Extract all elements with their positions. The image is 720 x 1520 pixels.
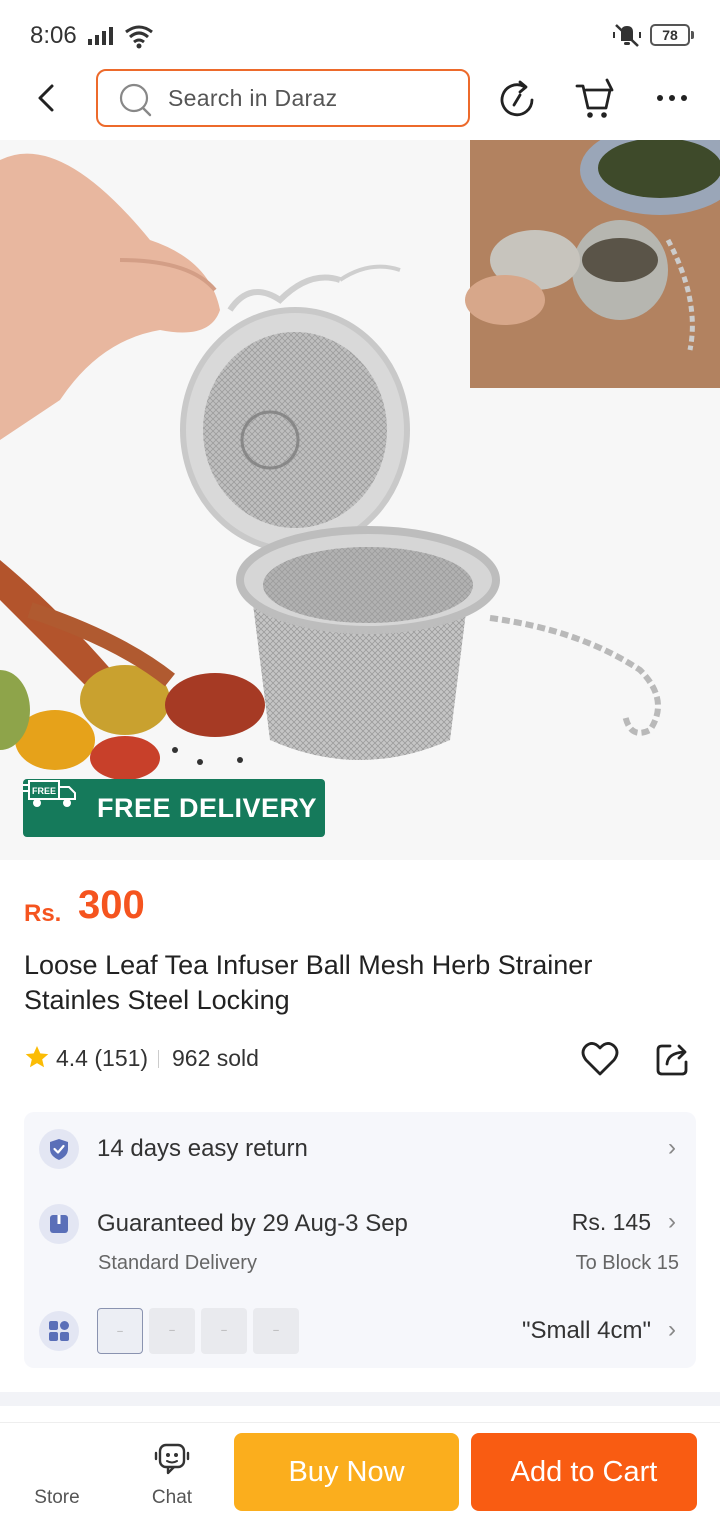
selected-variant[interactable]: "Small 4cm": [522, 1317, 651, 1345]
buy-now-button[interactable]: Buy Now: [234, 1433, 459, 1511]
variant-grid-icon: [39, 1311, 79, 1351]
variant-thumbnail[interactable]: –: [149, 1308, 195, 1354]
add-to-cart-button[interactable]: Add to Cart: [471, 1433, 697, 1511]
shield-check-icon: [39, 1129, 79, 1169]
free-delivery-badge: FREE FREE DELIVERY: [23, 779, 325, 837]
store-button[interactable]: Store: [22, 1423, 92, 1520]
vibrate-mute-icon: [613, 24, 641, 47]
product-image-gallery[interactable]: FREE FREE DELIVERY: [0, 140, 720, 860]
return-policy[interactable]: 14 days easy return: [97, 1135, 308, 1163]
rating-value[interactable]: 4.4 (151): [56, 1045, 148, 1072]
back-arrow-icon[interactable]: [30, 80, 66, 116]
delivery-truck-icon: FREE: [23, 780, 76, 807]
chat-button[interactable]: Chat: [136, 1423, 208, 1520]
delivery-fee: Rs. 145: [571, 1209, 651, 1235]
battery-indicator: 78: [650, 24, 694, 46]
more-options-icon[interactable]: [652, 80, 692, 116]
product-photo: [0, 140, 720, 860]
variant-thumbnail[interactable]: –: [201, 1308, 247, 1354]
status-time: 8:06: [30, 22, 77, 49]
delivery-type: Standard Delivery: [98, 1252, 257, 1274]
history-icon[interactable]: [496, 78, 540, 122]
store-label: Store: [34, 1487, 80, 1508]
delivery-location: To Block 15: [575, 1252, 679, 1274]
wishlist-heart-icon[interactable]: [580, 1040, 620, 1078]
rating-row: 4.4 (151) 962 sold: [24, 1040, 704, 1080]
wifi-icon: [125, 25, 153, 49]
chevron-right-icon[interactable]: ›: [668, 1316, 676, 1344]
price-value: 300: [78, 883, 145, 927]
sold-count: 962 sold: [172, 1045, 259, 1071]
chevron-right-icon[interactable]: ›: [668, 1208, 676, 1236]
chat-icon: [154, 1443, 190, 1475]
search-input[interactable]: Search in Daraz: [96, 69, 470, 127]
chevron-right-icon[interactable]: ›: [668, 1134, 676, 1162]
signal-icon: [88, 27, 113, 45]
share-icon[interactable]: [654, 1040, 692, 1078]
star-icon: [25, 1045, 49, 1068]
cart-icon[interactable]: [574, 78, 618, 122]
section-divider: [0, 1392, 720, 1406]
service-info-card: 14 days easy return › Guaranteed by 29 A…: [24, 1112, 696, 1368]
status-bar: 8:06 78: [0, 0, 720, 66]
top-navigation: Search in Daraz: [0, 66, 720, 140]
free-delivery-label: FREE DELIVERY: [97, 793, 318, 823]
bottom-action-bar: Store Chat Buy Now Add to Cart: [0, 1422, 720, 1520]
variant-thumbnail[interactable]: –: [97, 1308, 143, 1354]
price-currency: Rs.: [24, 900, 62, 927]
delivery-guarantee[interactable]: Guaranteed by 29 Aug-3 Sep: [97, 1210, 408, 1238]
product-title: Loose Leaf Tea Infuser Ball Mesh Herb St…: [24, 950, 593, 1015]
variant-thumbnail[interactable]: –: [253, 1308, 299, 1354]
chat-label: Chat: [151, 1487, 193, 1508]
badge-icon-text: FREE: [32, 786, 56, 796]
search-icon: [119, 83, 152, 117]
divider: [158, 1050, 159, 1068]
search-placeholder: Search in Daraz: [168, 85, 338, 111]
delivery-box-icon: [39, 1204, 79, 1244]
